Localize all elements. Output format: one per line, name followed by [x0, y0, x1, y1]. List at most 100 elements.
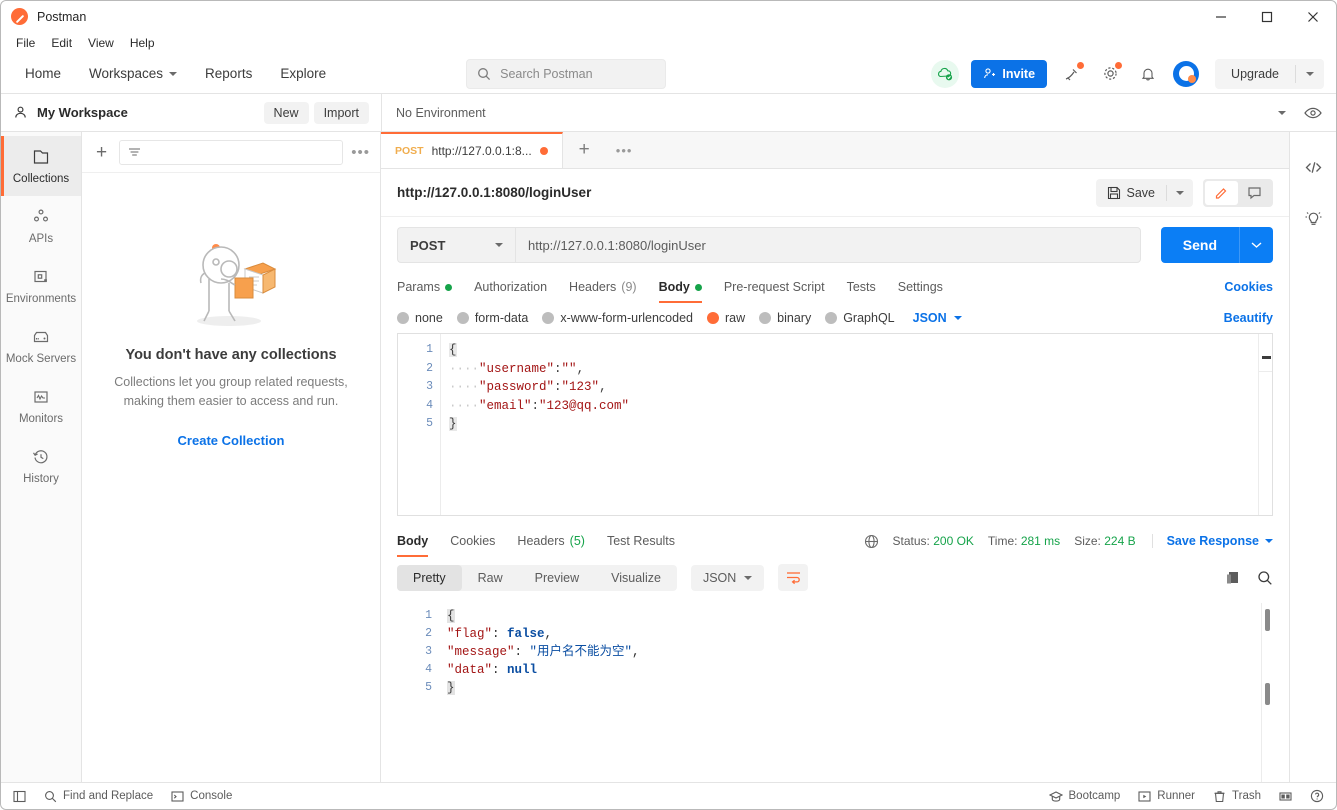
response-tab-body[interactable]: Body — [397, 525, 429, 557]
code-comma: , — [599, 380, 607, 395]
sidebar-item-history[interactable]: History — [1, 436, 81, 496]
body-type-graphql[interactable]: GraphQL — [825, 311, 895, 325]
response-scrollbar[interactable] — [1261, 603, 1273, 782]
console-button[interactable]: Console — [171, 790, 232, 803]
tab-authorization[interactable]: Authorization — [474, 271, 547, 303]
avatar[interactable] — [1173, 60, 1200, 87]
sidebar-item-collections[interactable]: Collections — [1, 136, 81, 196]
tab-body[interactable]: Body — [658, 271, 703, 303]
lightbulb-icon[interactable] — [1304, 209, 1323, 228]
workspace-name[interactable]: My Workspace — [37, 105, 128, 120]
add-collection-button[interactable]: + — [92, 143, 111, 162]
runner-button[interactable]: Runner — [1138, 790, 1195, 803]
sync-status-icon[interactable] — [931, 59, 960, 88]
editor-scroll-thumb[interactable] — [1262, 356, 1271, 359]
view-mode-raw[interactable]: Raw — [462, 565, 519, 591]
menu-edit[interactable]: Edit — [44, 34, 79, 52]
maximize-button[interactable] — [1244, 1, 1290, 32]
tab-settings[interactable]: Settings — [898, 271, 943, 303]
body-type-raw[interactable]: raw — [707, 311, 745, 325]
close-button[interactable] — [1290, 1, 1336, 32]
wrap-lines-button[interactable] — [778, 564, 809, 591]
send-dropdown-button[interactable] — [1239, 227, 1273, 263]
tab-headers[interactable]: Headers (9) — [569, 271, 637, 303]
layout-toggle-button[interactable] — [1279, 790, 1292, 803]
response-tab-test-results[interactable]: Test Results — [607, 525, 675, 557]
body-type-urlencoded[interactable]: x-www-form-urlencoded — [542, 311, 693, 325]
response-scroll-thumb[interactable] — [1265, 609, 1270, 631]
cookies-link[interactable]: Cookies — [1224, 280, 1273, 294]
environment-selector[interactable]: No Environment — [396, 106, 1286, 120]
response-scroll-thumb-secondary[interactable] — [1265, 683, 1270, 705]
filter-input[interactable] — [119, 139, 344, 165]
bootcamp-button[interactable]: Bootcamp — [1048, 790, 1120, 803]
eye-icon[interactable] — [1304, 106, 1322, 120]
upgrade-dropdown-button[interactable] — [1295, 64, 1324, 83]
save-dropdown-button[interactable] — [1166, 184, 1193, 201]
code-snippet-icon[interactable] — [1304, 158, 1323, 177]
find-and-replace-button[interactable]: Find and Replace — [44, 790, 153, 803]
editor-code[interactable]: { ····"username":"", ····"password":"123… — [440, 334, 1258, 515]
body-type-none[interactable]: none — [397, 311, 443, 325]
beautify-link[interactable]: Beautify — [1224, 311, 1273, 325]
copy-icon[interactable] — [1225, 570, 1241, 586]
minimize-button[interactable] — [1198, 1, 1244, 32]
nav-workspaces[interactable]: Workspaces — [77, 61, 189, 86]
response-tab-headers[interactable]: Headers (5) — [517, 525, 585, 557]
save-response-button[interactable]: Save Response — [1151, 534, 1273, 548]
response-tab-cookies[interactable]: Cookies — [450, 525, 495, 557]
tab-headers-count: (9) — [621, 280, 637, 294]
upgrade-button[interactable]: Upgrade — [1215, 67, 1295, 81]
url-input[interactable]: http://127.0.0.1:8080/loginUser — [515, 227, 1141, 263]
sidebar-item-monitors[interactable]: Monitors — [1, 376, 81, 436]
request-tab-title: http://127.0.0.1:8... — [431, 144, 532, 158]
body-type-form-data[interactable]: form-data — [456, 311, 528, 325]
edit-mode-button[interactable] — [1205, 180, 1238, 205]
search-icon[interactable] — [1257, 570, 1273, 586]
search-input[interactable]: Search Postman — [466, 58, 667, 89]
nav-explore[interactable]: Explore — [268, 61, 338, 86]
response-format-selector[interactable]: JSON — [690, 564, 765, 591]
menu-file[interactable]: File — [9, 34, 42, 52]
satellite-icon[interactable] — [1059, 61, 1085, 87]
status-bar: Find and Replace Console Bootcamp Runner… — [1, 782, 1336, 809]
trash-button[interactable]: Trash — [1213, 790, 1261, 803]
menu-view[interactable]: View — [81, 34, 121, 52]
request-tab[interactable]: POST http://127.0.0.1:8... — [381, 132, 563, 168]
save-button[interactable]: Save — [1096, 186, 1167, 200]
new-button[interactable]: New — [263, 101, 309, 124]
sidebar-item-mock-servers[interactable]: Mock Servers — [1, 316, 81, 376]
comment-mode-button[interactable] — [1238, 181, 1271, 205]
help-button[interactable] — [1310, 789, 1324, 803]
sidebar-toggle-button[interactable] — [13, 790, 26, 803]
create-collection-link[interactable]: Create Collection — [178, 433, 285, 448]
editor-scrollbar[interactable] — [1258, 334, 1272, 515]
send-button[interactable]: Send — [1160, 227, 1239, 263]
collections-more-button[interactable]: ••• — [351, 144, 370, 161]
code-brace: } — [449, 417, 457, 432]
invite-button[interactable]: Invite — [971, 59, 1048, 88]
response-body[interactable]: 1 2 3 4 5 { "flag": false, "message": "用… — [397, 603, 1273, 782]
nav-home[interactable]: Home — [13, 61, 73, 86]
code-brace: } — [447, 681, 455, 695]
sidebar-item-label: History — [23, 473, 59, 485]
menu-help[interactable]: Help — [123, 34, 162, 52]
view-mode-preview[interactable]: Preview — [519, 565, 595, 591]
body-type-binary[interactable]: binary — [759, 311, 811, 325]
tab-pre-request-script[interactable]: Pre-request Script — [724, 271, 825, 303]
request-body-editor[interactable]: 1 2 3 4 5 { ····"username":"", ····"pass… — [397, 333, 1273, 516]
sidebar-item-environments[interactable]: Environments — [1, 256, 81, 316]
sidebar-item-apis[interactable]: APIs — [1, 196, 81, 256]
new-tab-button[interactable]: + — [563, 132, 606, 168]
method-selector[interactable]: POST — [397, 227, 515, 263]
gear-icon[interactable] — [1097, 61, 1123, 87]
nav-reports[interactable]: Reports — [193, 61, 264, 86]
tab-tests[interactable]: Tests — [847, 271, 876, 303]
view-mode-pretty[interactable]: Pretty — [397, 564, 462, 591]
bell-icon[interactable] — [1135, 61, 1161, 87]
view-mode-visualize[interactable]: Visualize — [595, 565, 677, 591]
tabs-more-button[interactable]: ••• — [606, 132, 643, 168]
body-format-selector[interactable]: JSON — [913, 311, 962, 325]
import-button[interactable]: Import — [313, 101, 369, 124]
tab-params[interactable]: Params — [397, 271, 453, 303]
